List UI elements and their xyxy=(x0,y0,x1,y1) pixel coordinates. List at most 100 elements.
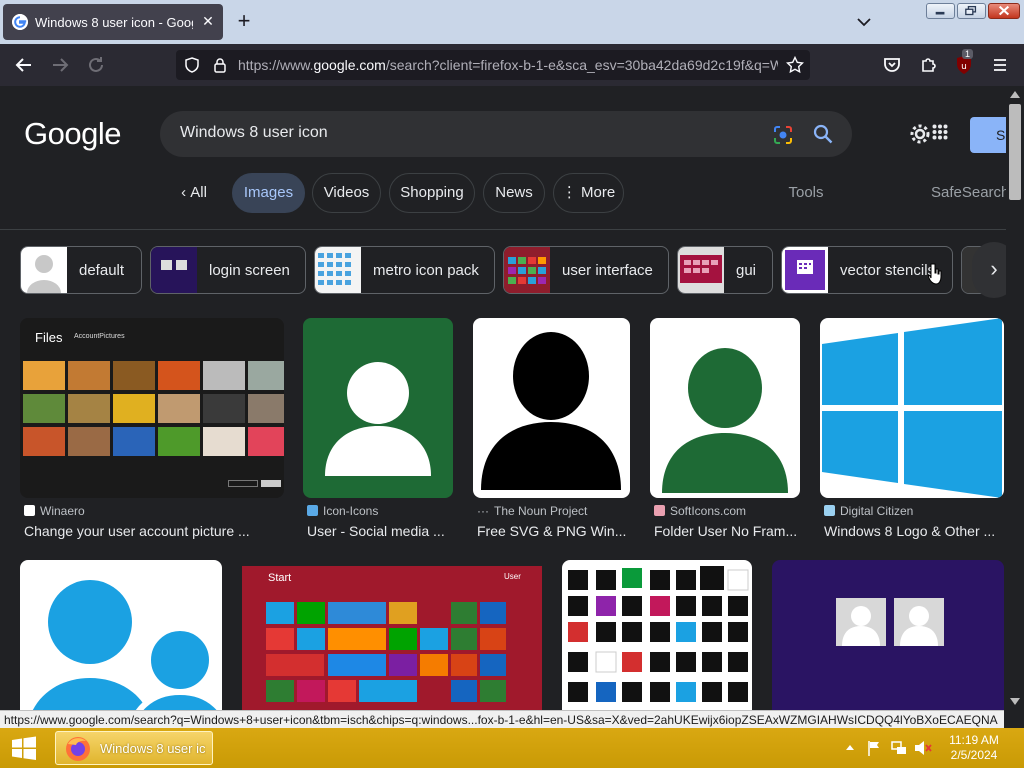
chip-user-interface-thumbnail xyxy=(504,247,550,293)
search-input[interactable] xyxy=(180,124,740,142)
chips-next-arrow-icon[interactable]: › xyxy=(972,242,1006,298)
chip-label: default xyxy=(79,262,125,279)
result-image[interactable] xyxy=(20,560,222,710)
reload-icon[interactable] xyxy=(84,53,108,77)
tab-all[interactable]: ‹ All xyxy=(166,173,222,213)
result-image[interactable] xyxy=(820,318,1004,498)
ublock-origin-extension-button[interactable]: u 1 xyxy=(952,49,976,77)
start-screen-tiles xyxy=(266,602,506,702)
minimize-button[interactable] xyxy=(926,3,955,19)
result-caption[interactable]: Folder User No Fram... xyxy=(654,523,800,539)
status-link-preview: https://www.google.com/search?q=Windows+… xyxy=(0,710,1004,728)
result-source[interactable]: Winaero xyxy=(24,504,85,518)
taskbar-firefox-button[interactable]: Windows 8 user ic... xyxy=(55,731,213,765)
chip-default-thumbnail xyxy=(21,247,67,293)
show-hidden-icons-arrow-icon[interactable] xyxy=(846,744,854,750)
chip-login-screen[interactable]: login screen xyxy=(150,246,306,294)
volume-muted-icon[interactable] xyxy=(914,740,932,756)
result-image[interactable]: Files AccountPictures xyxy=(20,318,284,498)
forward-arrow-icon[interactable] xyxy=(48,53,72,77)
chip-login-screen-thumbnail xyxy=(151,247,197,293)
login-user-tiles xyxy=(836,598,944,646)
windows-start-icon[interactable] xyxy=(0,728,48,768)
settings-gear-icon[interactable] xyxy=(908,122,932,146)
result-image[interactable] xyxy=(473,318,630,498)
firefox-logo-icon xyxy=(66,737,90,761)
tab-title: Windows 8 user icon - Google Se xyxy=(35,15,193,30)
chip-gui-thumbnail xyxy=(678,247,724,293)
tab-shopping[interactable]: Shopping xyxy=(389,173,475,213)
pocket-icon[interactable] xyxy=(880,53,904,77)
tracking-shield-icon[interactable] xyxy=(184,57,200,73)
chip-default[interactable]: default xyxy=(20,246,142,294)
source-label: The Noun Project xyxy=(494,504,588,518)
tab-news[interactable]: News xyxy=(483,173,545,213)
google-lens-icon[interactable] xyxy=(772,124,794,146)
action-center-flag-icon[interactable] xyxy=(866,740,882,756)
google-apps-grid-icon[interactable] xyxy=(932,124,948,140)
lock-icon[interactable] xyxy=(212,57,228,73)
tab-close-icon[interactable]: ✕ xyxy=(199,12,217,30)
result-source[interactable]: Digital Citizen xyxy=(824,504,913,518)
mouse-hand-cursor-icon xyxy=(928,263,942,285)
sign-in-button[interactable]: Si xyxy=(970,117,1006,153)
extension-badge: 1 xyxy=(962,49,974,59)
files-title: Files xyxy=(35,330,63,345)
scrollbar-thumb[interactable] xyxy=(1009,104,1021,200)
user-silhouette-icon xyxy=(481,332,621,490)
result-source[interactable]: Icon-Icons xyxy=(307,504,378,518)
users-group-icon xyxy=(32,580,222,710)
browser-tab-active[interactable]: Windows 8 user icon - Google Se ✕ xyxy=(3,4,223,40)
browser-navigation-bar: https://www.google.com/search?client=fir… xyxy=(0,44,1024,86)
icon-icons-favicon-icon xyxy=(307,505,318,516)
result-image[interactable] xyxy=(303,318,453,498)
taskbar-firefox-label: Windows 8 user ic... xyxy=(100,741,206,756)
bookmark-star-icon[interactable] xyxy=(786,56,804,74)
url-prefix: https://www. xyxy=(238,57,314,73)
winaero-favicon-icon xyxy=(24,505,35,516)
hamburger-menu-icon[interactable] xyxy=(988,53,1012,77)
result-caption[interactable]: Windows 8 Logo & Other ... xyxy=(824,523,1002,539)
result-image[interactable] xyxy=(650,318,800,498)
chip-gui[interactable]: gui xyxy=(677,246,773,294)
search-box[interactable] xyxy=(160,111,852,157)
google-logo[interactable]: Google xyxy=(24,116,121,152)
network-icon[interactable] xyxy=(890,740,908,756)
taskbar-clock[interactable]: 11:19 AM 2/5/2024 xyxy=(946,733,1002,763)
chip-user-interface[interactable]: user interface xyxy=(503,246,669,294)
digital-citizen-favicon-icon xyxy=(824,505,835,516)
list-all-tabs-chevron-icon[interactable] xyxy=(854,12,874,32)
scroll-down-arrow-icon[interactable] xyxy=(1010,698,1020,706)
result-image[interactable] xyxy=(772,560,1004,710)
result-image[interactable]: Start User xyxy=(242,566,542,710)
tab-more-label: More xyxy=(580,184,616,201)
source-label: Icon-Icons xyxy=(323,504,379,518)
tab-more[interactable]: ⋮ More xyxy=(553,173,624,213)
address-bar[interactable]: https://www.google.com/search?client=fir… xyxy=(176,50,810,80)
tools-button[interactable]: Tools xyxy=(780,173,832,213)
restore-button[interactable] xyxy=(957,3,986,19)
scroll-up-arrow-icon[interactable] xyxy=(1010,90,1020,98)
result-source[interactable]: ··· The Noun Project xyxy=(477,504,587,518)
dialog-button-placeholder xyxy=(261,480,281,487)
source-label: SoftIcons.com xyxy=(670,504,747,518)
result-caption[interactable]: Free SVG & PNG Win... xyxy=(477,523,627,539)
close-window-button[interactable] xyxy=(988,3,1020,19)
noun-project-dots-icon: ··· xyxy=(477,504,489,518)
page-vertical-scrollbar[interactable] xyxy=(1006,86,1024,710)
new-tab-plus-icon[interactable]: + xyxy=(232,10,256,34)
back-arrow-icon[interactable] xyxy=(12,53,36,77)
chip-metro-icon-pack[interactable]: metro icon pack xyxy=(314,246,495,294)
extensions-puzzle-icon[interactable] xyxy=(917,53,941,77)
result-caption[interactable]: User - Social media ... xyxy=(307,523,453,539)
google-favicon-icon xyxy=(12,14,28,30)
result-source[interactable]: SoftIcons.com xyxy=(654,504,746,518)
icon-sheet-grid xyxy=(568,566,749,702)
safesearch-button[interactable]: SafeSearch xyxy=(930,173,1006,213)
chevron-left-icon: ‹ xyxy=(181,184,191,201)
search-icon[interactable] xyxy=(812,123,834,145)
result-caption[interactable]: Change your user account picture ... xyxy=(24,523,274,539)
result-image[interactable] xyxy=(562,560,752,710)
tab-videos[interactable]: Videos xyxy=(312,173,381,213)
tab-images[interactable]: Images xyxy=(232,173,305,213)
